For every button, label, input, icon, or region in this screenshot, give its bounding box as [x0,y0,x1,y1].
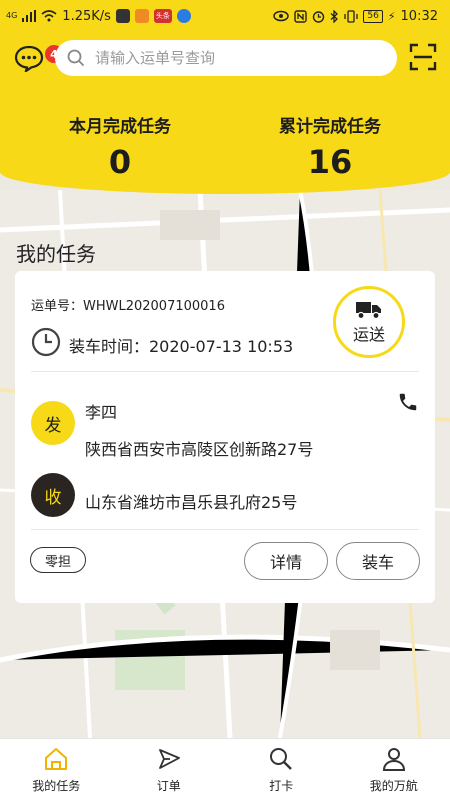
month-stat: 本月完成任务 0 [25,112,215,181]
task-card[interactable]: 运单号：WHWL202007100016 装车时间：2020-07-13 10:… [15,271,435,603]
bottom-tab-bar: 我的任务 订单 打卡 我的万航 [0,738,450,800]
section-title: 我的任务 [16,242,96,266]
waybill-search-input[interactable] [95,49,365,67]
divider [31,371,419,372]
sender-address: 陕西省西安市高陵区创新路27号 [85,440,314,459]
tab-check-in[interactable]: 打卡 [225,739,338,800]
tab-label: 打卡 [269,779,294,793]
header: 4 本月完成任务 0 累计完成任务 16 [0,32,450,194]
total-stat: 累计完成任务 16 [235,112,425,181]
signal-icon [22,10,37,22]
status-bar: 4G 1.25K/s 头条 56 ⚡ 10:32 [0,0,450,32]
phone-icon[interactable] [397,391,419,413]
status-left: 4G 1.25K/s 头条 [6,9,191,24]
app-icon [134,9,149,23]
tab-my-tasks[interactable]: 我的任务 [0,739,113,800]
charging-icon: ⚡ [387,9,396,23]
vibrate-icon [344,9,358,23]
receiver-role-badge: 收 [31,473,75,517]
status-indicator: 运送 [333,286,405,358]
alarm-icon [313,10,325,23]
battery-indicator: 56 [363,9,383,23]
search-icon [270,748,293,770]
tab-label: 我的万航 [369,779,418,793]
waybill-number: 运单号：WHWL202007100016 [31,299,225,314]
detail-button[interactable]: 详情 [244,542,328,580]
cargo-type-tag: 零担 [30,547,87,573]
network-type: 4G [6,11,18,20]
total-stat-label: 累计完成任务 [279,117,381,137]
load-time: 装车时间：2020-07-13 10:53 [69,337,294,356]
scan-button[interactable] [408,42,438,72]
search-icon [67,49,85,67]
app-icon [115,9,130,23]
scan-icon [409,43,437,71]
sender-role-badge: 发 [31,401,75,445]
total-stat-value: 16 [307,143,353,181]
home-icon [45,748,68,770]
eye-icon [273,10,290,22]
month-stat-label: 本月完成任务 [69,117,171,137]
bluetooth-icon [330,9,339,23]
nfc-icon [294,9,308,23]
tab-profile[interactable]: 我的万航 [338,739,450,800]
clock-time: 10:32 [400,8,438,24]
messages-button[interactable]: 4 [14,44,64,74]
chat-bubble-icon [14,45,44,74]
sender-name: 李四 [85,403,118,422]
month-stat-value: 0 [108,143,132,181]
load-button[interactable]: 装车 [336,542,420,580]
status-label: 运送 [352,324,385,344]
send-icon [158,749,180,769]
user-icon [382,748,405,771]
app-badge: 头条 [153,9,172,23]
network-speed: 1.25K/s [62,8,111,24]
wifi-icon [41,10,57,22]
clock-icon [31,327,61,357]
search-bar[interactable] [55,40,397,76]
receiver-address: 山东省潍坊市昌乐县孔府25号 [85,493,298,512]
divider [31,529,419,530]
tab-label: 订单 [156,779,181,793]
tab-label: 我的任务 [32,779,81,793]
truck-icon [356,301,381,319]
tab-orders[interactable]: 订单 [113,739,226,800]
app-icon [176,9,191,23]
status-right: 56 ⚡ 10:32 [273,9,438,24]
